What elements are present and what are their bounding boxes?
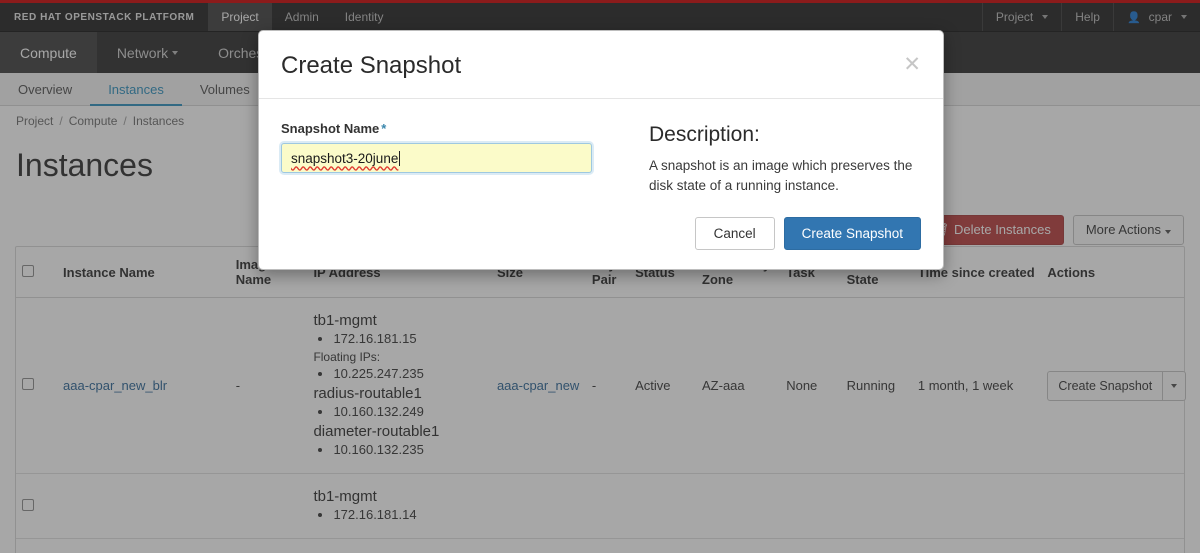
create-snapshot-dialog: Create Snapshot ✕ Snapshot Name* snapsho… — [258, 30, 944, 270]
dialog-body: Snapshot Name* snapshot3-20june Descript… — [259, 99, 943, 201]
dialog-header: Create Snapshot ✕ — [259, 31, 943, 99]
close-icon[interactable]: ✕ — [903, 54, 921, 75]
create-snapshot-button[interactable]: Create Snapshot — [784, 217, 921, 250]
cancel-button[interactable]: Cancel — [695, 217, 775, 250]
snapshot-form: Snapshot Name* snapshot3-20june — [281, 121, 621, 195]
snapshot-name-value: snapshot3-20june — [291, 151, 398, 166]
app-window: RED HAT OPENSTACK PLATFORM Project Admin… — [0, 0, 1200, 553]
dialog-title: Create Snapshot — [281, 52, 903, 80]
required-marker: * — [381, 121, 386, 136]
dialog-footer: Cancel Create Snapshot — [259, 201, 943, 269]
snapshot-name-label-text: Snapshot Name — [281, 121, 379, 136]
snapshot-name-input[interactable]: snapshot3-20june — [281, 143, 592, 173]
description-title: Description: — [649, 123, 921, 147]
description-panel: Description: A snapshot is an image whic… — [649, 121, 921, 195]
text-caret — [399, 151, 400, 166]
description-text: A snapshot is an image which preserves t… — [649, 156, 921, 195]
snapshot-name-label: Snapshot Name* — [281, 121, 621, 136]
